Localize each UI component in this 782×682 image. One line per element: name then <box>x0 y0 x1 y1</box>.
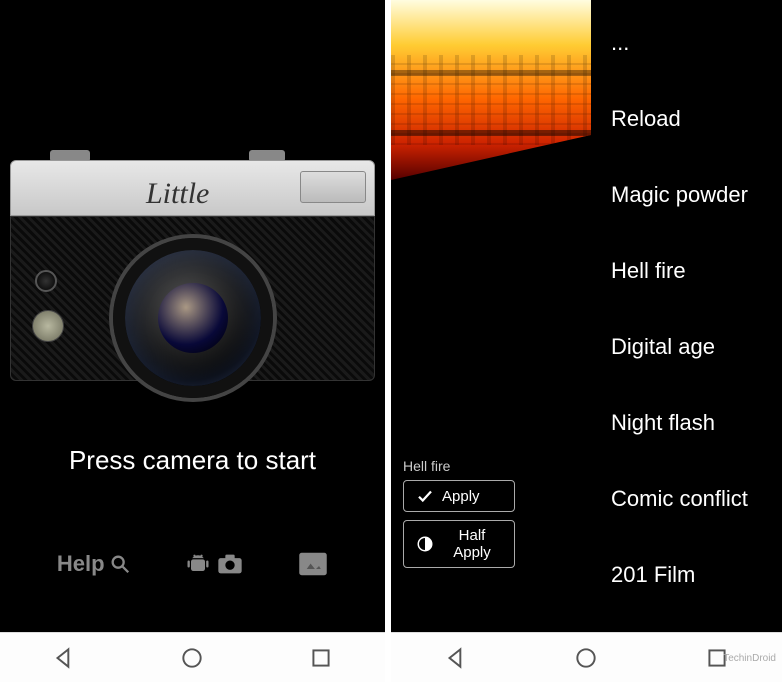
filter-item-more[interactable]: ... <box>611 30 762 56</box>
camera-small-knob <box>35 270 57 292</box>
filters-content: ... Reload Magic powder Hell fire Digita… <box>391 0 782 632</box>
apply-button[interactable]: Apply <box>403 480 515 512</box>
selected-filter-label: Hell fire <box>403 458 450 474</box>
half-apply-button-label: Half Apply <box>442 527 502 561</box>
filter-list[interactable]: ... Reload Magic powder Hell fire Digita… <box>611 30 762 588</box>
camera-flash <box>300 171 366 203</box>
filter-item-night-flash[interactable]: Night flash <box>611 410 762 436</box>
nav-back-button[interactable] <box>51 645 77 671</box>
screen-filters: ... Reload Magic powder Hell fire Digita… <box>391 0 782 682</box>
android-navbar-left <box>0 632 385 682</box>
camera-big-knob <box>32 310 64 342</box>
gallery-icon <box>298 551 328 577</box>
android-camera-button[interactable] <box>184 550 244 578</box>
filter-item-magic-powder[interactable]: Magic powder <box>611 182 762 208</box>
filter-item-digital-age[interactable]: Digital age <box>611 334 762 360</box>
android-icon <box>184 550 212 578</box>
camera-illustration[interactable]: Little <box>10 160 375 420</box>
start-instruction-text: Press camera to start <box>0 445 385 476</box>
nav-recent-button[interactable] <box>308 645 334 671</box>
camera-icon <box>216 552 244 576</box>
camera-top-plate: Little <box>10 160 375 216</box>
filter-item-comic-conflict[interactable]: Comic conflict <box>611 486 762 512</box>
nav-back-button[interactable] <box>443 645 469 671</box>
android-navbar-right: TechinDroid <box>391 632 782 682</box>
half-apply-button[interactable]: Half Apply <box>403 520 515 568</box>
help-label: Help <box>57 551 105 577</box>
nav-home-button[interactable] <box>573 645 599 671</box>
check-icon <box>416 487 434 505</box>
half-circle-icon <box>416 535 434 553</box>
camera-lens <box>113 238 273 398</box>
filter-item-hell-fire[interactable]: Hell fire <box>611 258 762 284</box>
filter-preview-image <box>391 0 591 180</box>
camera-brand-label: Little <box>146 177 209 211</box>
start-toolbar: Help <box>0 550 385 578</box>
start-content: Little Press camera to start Help <box>0 0 385 632</box>
nav-home-button[interactable] <box>179 645 205 671</box>
gallery-button[interactable] <box>298 551 328 577</box>
watermark-text: TechinDroid <box>723 653 776 664</box>
apply-button-group: Apply Half Apply <box>403 480 515 568</box>
filter-item-reload[interactable]: Reload <box>611 106 762 132</box>
search-icon <box>109 553 131 575</box>
help-button[interactable]: Help <box>57 551 131 577</box>
apply-button-label: Apply <box>442 488 480 505</box>
filter-item-201-film[interactable]: 201 Film <box>611 562 762 588</box>
screen-start: Little Press camera to start Help <box>0 0 391 682</box>
